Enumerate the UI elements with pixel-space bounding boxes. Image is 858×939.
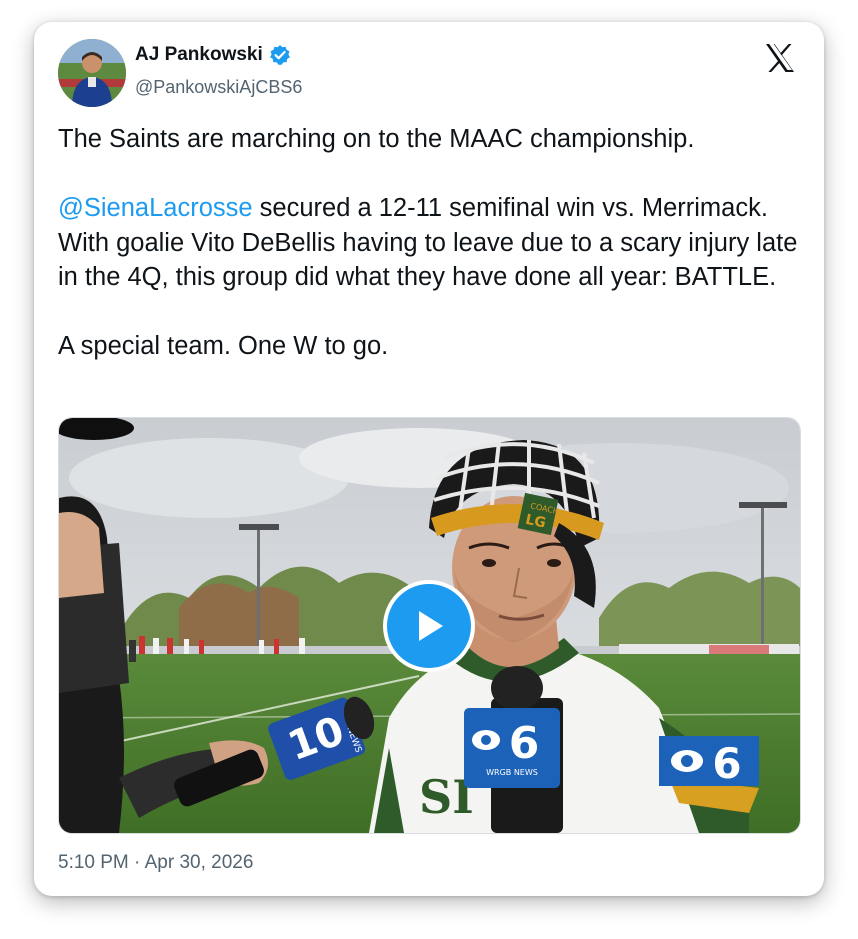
verified-badge-icon: [269, 44, 291, 66]
avatar[interactable]: [58, 39, 126, 107]
author-display-name[interactable]: AJ Pankowski: [135, 44, 263, 66]
mic-logo-sub: WRGB NEWS: [486, 768, 538, 777]
channel-logo-number: 6: [712, 739, 741, 788]
x-logo-icon[interactable]: [764, 42, 796, 74]
tweet-line-3: A special team. One W to go.: [58, 332, 389, 360]
tweet-card: AJ Pankowski @PankowskiAjCBS6 The Saints…: [34, 22, 824, 896]
tweet-timestamp[interactable]: 5:10 PM · Apr 30, 2026: [58, 852, 253, 874]
tweet-line-1: The Saints are marching on to the MAAC c…: [58, 125, 695, 153]
play-icon: [419, 611, 443, 641]
video-player[interactable]: 10 NEWS SI COACH LG 6 WRGB NEWS 6: [58, 417, 801, 834]
tweet-text: The Saints are marching on to the MAAC c…: [58, 122, 798, 364]
tweet-paragraph-2: @SienaLacrosse secured a 12-11 semifinal…: [58, 191, 798, 295]
play-button[interactable]: [383, 580, 475, 672]
mic-logo-number: 6: [509, 718, 540, 769]
author-name-row[interactable]: AJ Pankowski: [135, 44, 291, 66]
mention-link[interactable]: @SienaLacrosse: [58, 194, 253, 222]
avatar-image: [58, 39, 126, 107]
author-handle[interactable]: @PankowskiAjCBS6: [135, 77, 302, 98]
